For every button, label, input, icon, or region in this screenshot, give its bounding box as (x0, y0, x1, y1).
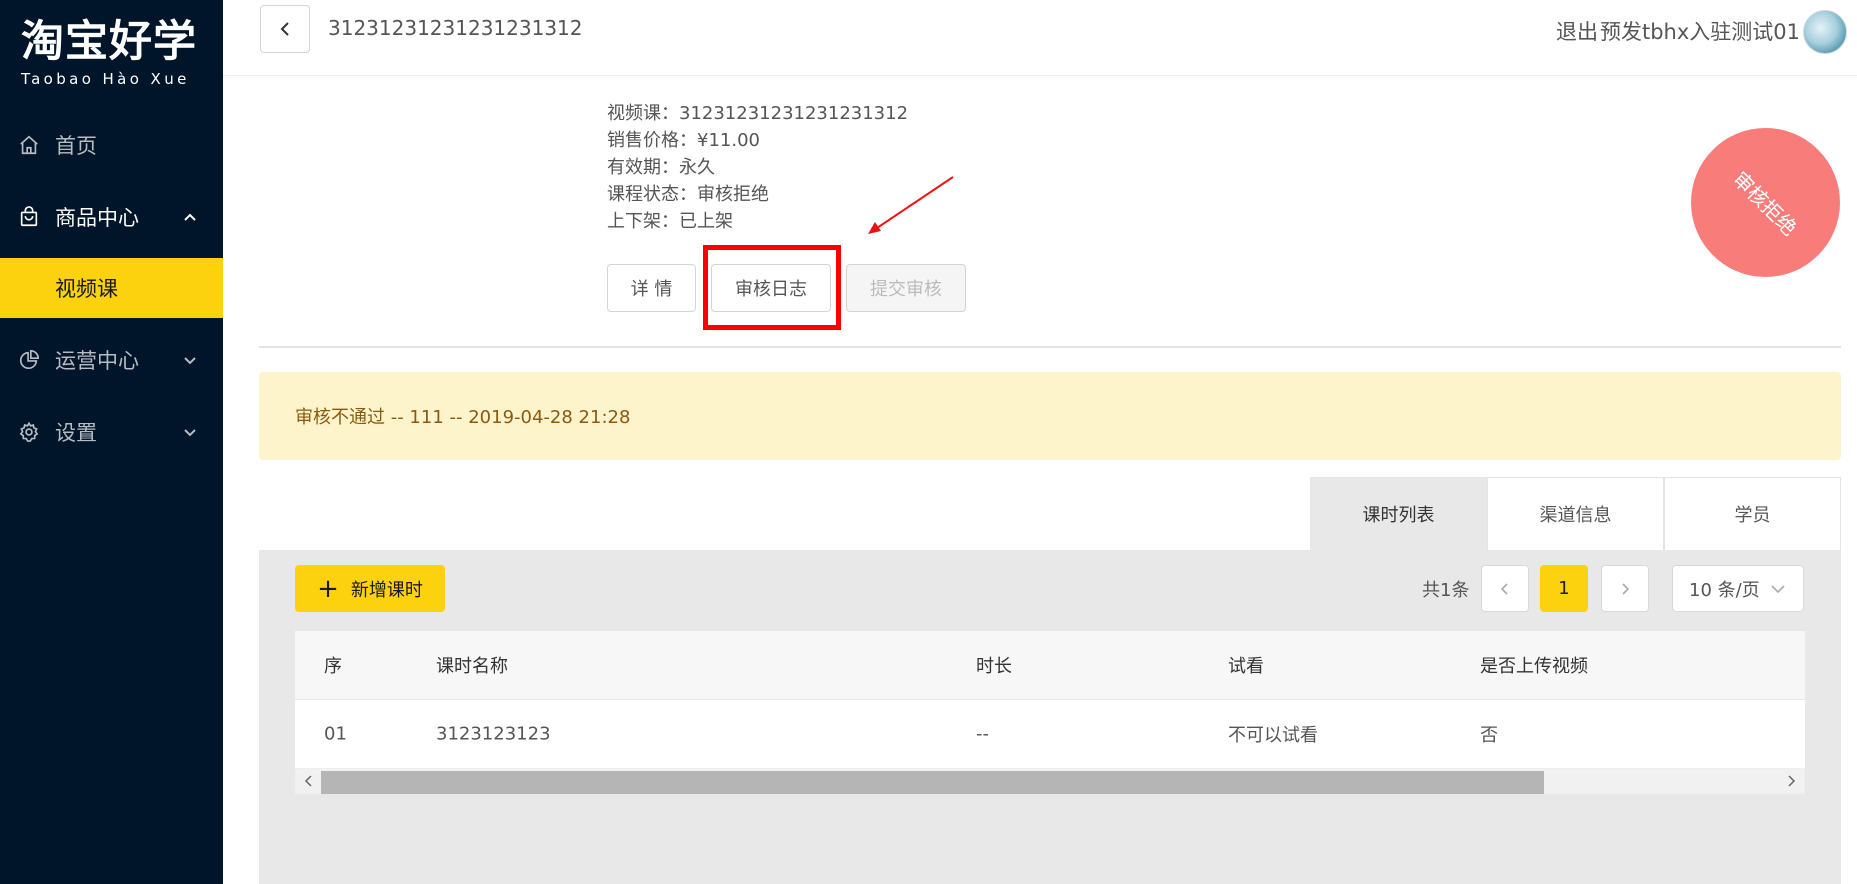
page-size-value: 10 条/页 (1689, 579, 1760, 601)
sidebar: 淘宝好学 Taobao Hào Xue 首页 商品中心 视频课 运营中心 设置 (0, 0, 223, 884)
logo-text: 淘宝好学 (21, 17, 197, 67)
sidebar-item-goods-center[interactable]: 商品中心 (0, 187, 223, 247)
cell-lesson-name: 3123123123 (436, 723, 551, 745)
pagination-prev-button[interactable] (1481, 565, 1529, 612)
chevron-down-icon (184, 357, 196, 365)
lesson-panel: + 新增课时 共1条 1 10 条/页 序 课时名称 时长 试看 是否上传视频 … (259, 550, 1841, 884)
column-header-duration: 时长 (976, 656, 1012, 677)
chevron-down-icon (1771, 585, 1785, 594)
avatar[interactable] (1803, 10, 1847, 54)
sidebar-item-label: 首页 (55, 134, 97, 158)
horizontal-scrollbar[interactable] (295, 769, 1805, 794)
review-alert: 审核不通过 -- 111 -- 2019-04-28 21:28 (259, 372, 1841, 460)
home-icon (20, 135, 38, 155)
chevron-up-icon (184, 213, 196, 221)
chevron-right-icon (1622, 582, 1630, 595)
cell-video-uploaded: 否 (1480, 725, 1498, 746)
sidebar-item-label: 运营中心 (55, 349, 139, 373)
logout-link[interactable]: 退出 (1556, 16, 1598, 46)
stamp-text: 审核拒绝 (1727, 166, 1802, 241)
course-price: 销售价格：¥11.00 (607, 130, 760, 151)
add-lesson-label: 新增课时 (350, 579, 423, 601)
course-info: 视频课：31231231231231231312 销售价格：¥11.00 有效期… (607, 100, 908, 235)
username[interactable]: 预发tbhx入驻测试01 (1600, 16, 1800, 46)
column-header-lesson-name: 课时名称 (436, 656, 508, 677)
logo-subtext: Taobao Hào Xue (21, 70, 190, 88)
highlight-annotation-box (703, 245, 841, 330)
column-header-index: 序 (324, 656, 342, 677)
shopping-bag-icon (20, 206, 38, 227)
sidebar-item-settings[interactable]: 设置 (0, 402, 223, 462)
sidebar-item-video-course[interactable]: 视频课 (0, 258, 223, 318)
back-button[interactable] (260, 5, 310, 53)
logo[interactable]: 淘宝好学 Taobao Hào Xue (21, 18, 197, 88)
tab-lesson-list[interactable]: 课时列表 (1310, 477, 1487, 550)
top-header: 31231231231231231312 退出 预发tbhx入驻测试01 (223, 0, 1857, 76)
page-size-select[interactable]: 10 条/页 (1672, 565, 1804, 612)
page-title: 31231231231231231312 (328, 16, 583, 40)
column-header-video-uploaded: 是否上传视频 (1480, 656, 1588, 677)
scrollbar-thumb[interactable] (321, 771, 1544, 794)
detail-button[interactable]: 详 情 (607, 264, 696, 312)
course-name: 视频课：31231231231231231312 (607, 103, 909, 124)
sidebar-item-home[interactable]: 首页 (0, 115, 223, 175)
alert-message: 审核不通过 -- 111 -- 2019-04-28 21:28 (295, 407, 631, 428)
cell-index: 01 (324, 723, 347, 745)
chevron-left-icon (1500, 582, 1508, 595)
submit-review-button[interactable]: 提交审核 (846, 264, 966, 312)
pagination-total: 共1条 (1422, 580, 1470, 601)
tab-bar: 课时列表 渠道信息 学员 (1310, 477, 1841, 550)
scroll-left-icon[interactable] (301, 773, 317, 789)
plus-icon: + (317, 573, 339, 604)
pagination-page-1[interactable]: 1 (1540, 565, 1588, 612)
sidebar-subitem-label: 视频课 (55, 277, 118, 301)
pie-chart-icon (19, 350, 39, 370)
divider (259, 346, 1841, 348)
annotation-arrow-icon (868, 176, 954, 234)
gear-icon (19, 421, 39, 442)
sidebar-item-label: 商品中心 (55, 206, 139, 230)
course-status: 课程状态：审核拒绝 (607, 184, 769, 205)
cell-preview: 不可以试看 (1228, 725, 1318, 746)
tab-channel-info[interactable]: 渠道信息 (1487, 477, 1664, 550)
course-validity: 有效期：永久 (607, 157, 715, 178)
add-lesson-button[interactable]: + 新增课时 (295, 565, 445, 612)
column-header-preview: 试看 (1228, 656, 1264, 677)
table-header: 序 课时名称 时长 试看 是否上传视频 (295, 631, 1805, 700)
cell-duration: -- (976, 723, 989, 745)
chevron-left-icon (280, 22, 289, 36)
course-shelf-status: 上下架：已上架 (607, 211, 733, 232)
sidebar-item-operations-center[interactable]: 运营中心 (0, 330, 223, 390)
status-stamp: 审核拒绝 (1691, 128, 1840, 277)
lesson-table: 序 课时名称 时长 试看 是否上传视频 01 3123123123 -- 不可以… (295, 631, 1805, 769)
scroll-right-icon[interactable] (1783, 773, 1799, 789)
sidebar-item-label: 设置 (55, 421, 97, 445)
chevron-down-icon (184, 429, 196, 437)
pagination-next-button[interactable] (1601, 565, 1649, 612)
table-row[interactable]: 01 3123123123 -- 不可以试看 否 (295, 700, 1805, 769)
tab-students[interactable]: 学员 (1664, 477, 1841, 550)
